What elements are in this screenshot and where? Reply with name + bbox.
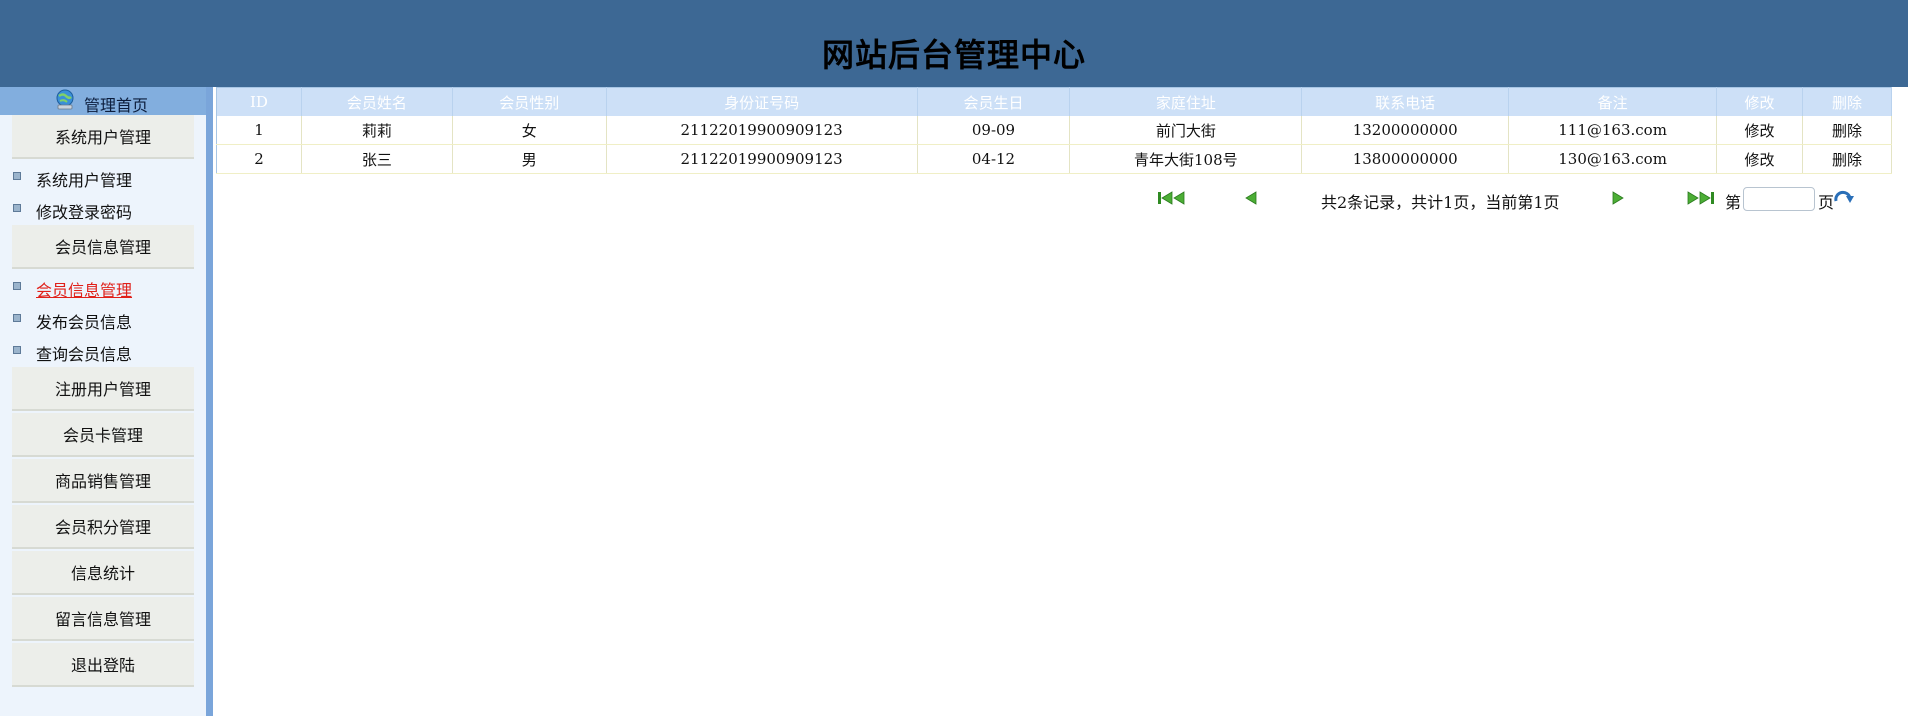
- table-cell: 张三: [301, 144, 453, 174]
- page-header: 网站后台管理中心: [0, 0, 1908, 87]
- page-jump-input[interactable]: [1743, 187, 1815, 211]
- table-cell: 2: [216, 144, 302, 174]
- column-header: 删除: [1802, 87, 1893, 116]
- delete-link[interactable]: 删除: [1802, 144, 1893, 174]
- prev-page-icon[interactable]: [1244, 190, 1258, 206]
- table-body: 1 莉莉女 21122019900909123 09-09 前门大街 1320000000…: [216, 116, 1893, 174]
- page-info: 共2条记录，共计1页，当前第1页: [1321, 193, 1560, 212]
- table-cell: 13800000000: [1301, 144, 1510, 174]
- column-header: 会员性别: [452, 87, 607, 116]
- bullet-icon: [13, 172, 21, 180]
- table-cell: 女: [452, 116, 607, 145]
- pagination: 共2条记录，共计1页，当前第1页 第 页: [213, 187, 1908, 212]
- sidebar-section-7[interactable]: 留言信息管理: [12, 597, 194, 641]
- bullet-icon: [13, 346, 21, 354]
- table-cell: 130@163.com: [1508, 144, 1718, 174]
- sidebar-section-5[interactable]: 会员积分管理: [12, 505, 194, 549]
- bullet-icon: [13, 314, 21, 322]
- table-cell: 13200000000: [1301, 116, 1510, 145]
- table-row: 1 莉莉女 21122019900909123 09-09 前门大街 1320000000…: [216, 116, 1893, 145]
- column-header: 修改: [1716, 87, 1803, 116]
- table-cell: 男: [452, 144, 607, 174]
- next-page-icon[interactable]: [1611, 190, 1625, 206]
- table-cell: 04-12: [917, 144, 1071, 174]
- member-table: ID 会员姓名 会员性别 身份证号码 会员生日 家庭住址 联系电话 备注 修改 删除 1 莉莉女 21…: [216, 87, 1893, 174]
- delete-link[interactable]: 删除: [1802, 116, 1893, 145]
- column-header: 备注: [1508, 87, 1718, 116]
- sidebar-section-8[interactable]: 退出登陆: [12, 643, 194, 687]
- sidebar-item-label[interactable]: 修改登录密码: [36, 199, 132, 223]
- sidebar-section-6[interactable]: 信息统计: [12, 551, 194, 595]
- column-header: ID: [216, 87, 302, 116]
- sidebar: 管理首页 系统用户管理 系统用户管理 修改登录密码 会员信息管理 会员信息管理 发布会员信…: [0, 87, 213, 716]
- first-page-icon[interactable]: [1156, 190, 1186, 206]
- table-cell: 1: [216, 116, 302, 145]
- edit-link[interactable]: 修改: [1716, 144, 1803, 174]
- sidebar-home[interactable]: 管理首页: [0, 87, 206, 115]
- table-cell: 111@163.com: [1508, 116, 1718, 145]
- edit-link[interactable]: 修改: [1716, 116, 1803, 145]
- table-row: 2 张三男 21122019900909123 04-12 青年大街108号 138000…: [216, 144, 1893, 174]
- column-header: 家庭住址: [1069, 87, 1303, 116]
- last-page-icon[interactable]: [1686, 190, 1716, 206]
- table-cell: 前门大街: [1069, 116, 1303, 145]
- table-cell: 青年大街108号: [1069, 144, 1303, 174]
- home-link[interactable]: 管理首页: [84, 92, 148, 116]
- column-header: 联系电话: [1301, 87, 1510, 116]
- sidebar-section-2[interactable]: 注册用户管理: [12, 367, 194, 411]
- table-cell: 21122019900909123: [606, 144, 918, 174]
- table-cell: 莉莉: [301, 116, 453, 145]
- page-title: 网站后台管理中心: [821, 36, 1086, 74]
- globe-icon: [56, 89, 74, 110]
- table-cell: 09-09: [917, 116, 1071, 145]
- sidebar-menu: 管理首页 系统用户管理 系统用户管理 修改登录密码 会员信息管理 会员信息管理 发布会员信…: [0, 87, 206, 716]
- sidebar-item-label[interactable]: 查询会员信息: [36, 341, 132, 365]
- sidebar-section-4[interactable]: 商品销售管理: [12, 459, 194, 503]
- go-page-icon[interactable]: [1833, 189, 1855, 207]
- bullet-icon: [13, 204, 21, 212]
- table-cell: 21122019900909123: [606, 116, 918, 145]
- sidebar-item-label[interactable]: 发布会员信息: [36, 309, 132, 333]
- sidebar-item-label[interactable]: 系统用户管理: [36, 167, 132, 191]
- sidebar-item[interactable]: 查询会员信息: [0, 335, 206, 367]
- sidebar-item[interactable]: 发布会员信息: [0, 303, 206, 335]
- sidebar-section-3[interactable]: 会员卡管理: [12, 413, 194, 457]
- sidebar-section-1[interactable]: 会员信息管理: [12, 225, 194, 269]
- column-header: 会员姓名: [301, 87, 453, 116]
- sidebar-item[interactable]: 系统用户管理: [0, 161, 206, 193]
- sidebar-item-label[interactable]: 会员信息管理: [36, 277, 132, 301]
- sidebar-section-0[interactable]: 系统用户管理: [12, 115, 194, 159]
- sidebar-item[interactable]: 会员信息管理: [0, 271, 206, 303]
- main-content: ID 会员姓名 会员性别 身份证号码 会员生日 家庭住址 联系电话 备注 修改 删除 1 莉莉女 21…: [213, 87, 1908, 716]
- sidebar-item[interactable]: 修改登录密码: [0, 193, 206, 225]
- column-header: 身份证号码: [606, 87, 918, 116]
- column-header: 会员生日: [917, 87, 1071, 116]
- table-header-row: ID 会员姓名 会员性别 身份证号码 会员生日 家庭住址 联系电话 备注 修改 删除: [216, 87, 1893, 116]
- page-jump-suffix: 页: [1818, 193, 1835, 212]
- bullet-icon: [13, 282, 21, 290]
- page-jump-prefix: 第: [1725, 193, 1742, 212]
